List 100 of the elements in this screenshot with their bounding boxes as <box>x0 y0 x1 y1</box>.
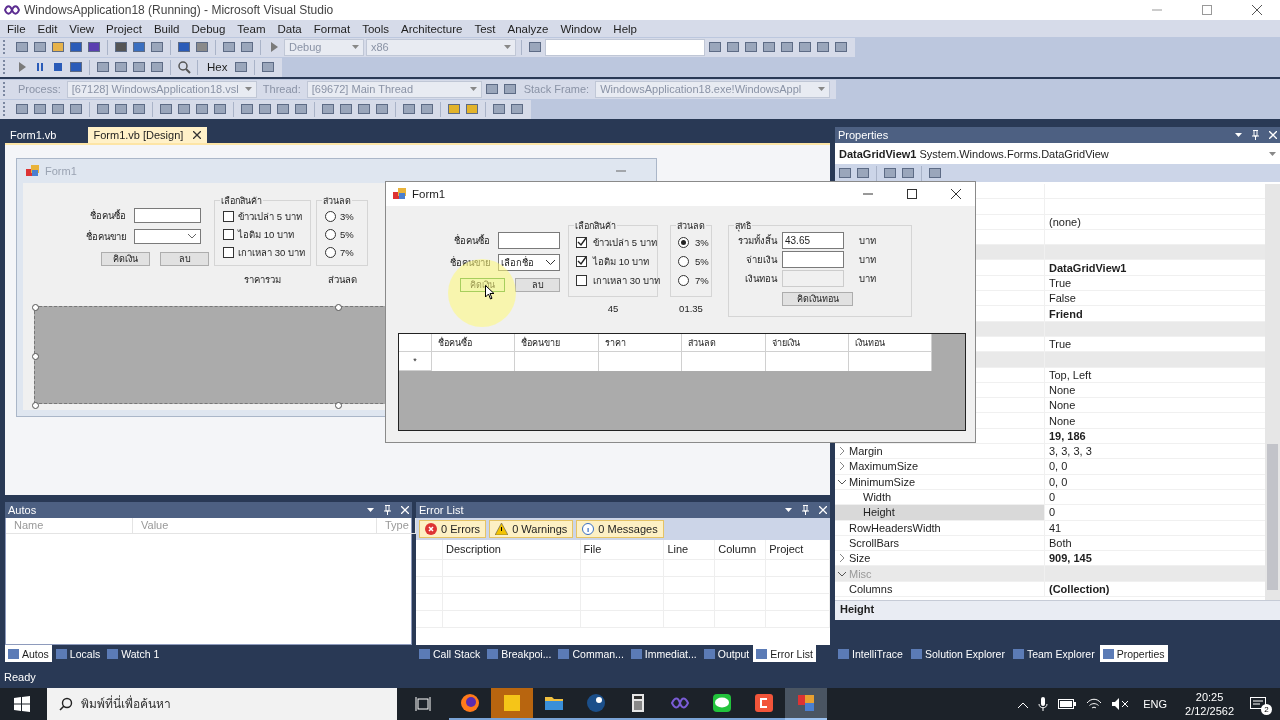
property-row[interactable]: Height 0 <box>835 505 1265 521</box>
property-row[interactable]: MinimumSize 0, 0 <box>835 474 1265 490</box>
panel-tab[interactable]: Error List <box>753 645 816 662</box>
menu-item[interactable]: Edit <box>32 22 65 35</box>
change-button[interactable]: คิดเงินทอน <box>782 292 853 306</box>
amount-field[interactable]: 43.65 <box>782 232 844 249</box>
menu-item[interactable]: Format <box>308 22 358 35</box>
language-indicator[interactable]: ENG <box>1143 698 1168 710</box>
toolbar-grip[interactable] <box>3 82 8 96</box>
seller-dropdown[interactable] <box>134 229 201 244</box>
expand-icon[interactable] <box>839 462 845 471</box>
caret-icon[interactable] <box>815 87 826 91</box>
menu-item[interactable]: Build <box>148 22 187 35</box>
menu-item[interactable]: Team <box>232 22 273 35</box>
pin-icon[interactable] <box>384 505 391 515</box>
panel-tab[interactable]: Watch 1 <box>104 645 163 662</box>
radio-button[interactable] <box>325 211 336 222</box>
toolbar-grip[interactable] <box>3 40 8 54</box>
property-row[interactable]: Margin 3, 3, 3, 3 <box>835 444 1265 460</box>
panel-tab[interactable]: Properties <box>1099 645 1168 662</box>
find-field[interactable] <box>545 38 705 56</box>
pin-icon[interactable] <box>802 505 809 515</box>
document-tab[interactable]: Form1.vb <box>5 127 63 143</box>
panel-tab[interactable]: IntelliTrace <box>835 645 906 662</box>
panel-tab[interactable]: Immediat... <box>627 645 700 662</box>
panel-tab[interactable]: Solution Explorer <box>907 645 1008 662</box>
radio-button[interactable] <box>678 236 689 248</box>
resize-handle[interactable] <box>32 304 39 311</box>
search-field[interactable]: พิมพ์ที่นี่เพื่อค้นหา <box>47 688 397 720</box>
toolbar-grip[interactable] <box>3 60 8 74</box>
radio-button[interactable] <box>678 255 689 267</box>
microphone-icon[interactable] <box>1038 697 1049 711</box>
panel-tab[interactable]: Breakpoi... <box>484 645 555 662</box>
amount-field[interactable] <box>782 251 844 268</box>
caret-icon[interactable] <box>501 45 511 49</box>
menu-item[interactable]: Architecture <box>396 22 470 35</box>
resize-handle[interactable] <box>335 304 342 311</box>
panel-menu-icon[interactable] <box>1235 133 1242 137</box>
panel-menu-icon[interactable] <box>785 508 792 512</box>
panel-tab[interactable]: Output <box>700 645 753 662</box>
clock[interactable]: 20:25 2/12/2562 <box>1185 690 1234 718</box>
caret-icon[interactable] <box>349 45 359 49</box>
volume-muted-icon[interactable] <box>1112 698 1131 710</box>
property-row[interactable]: Width 0 <box>835 489 1265 506</box>
toolbar-grip[interactable] <box>3 102 8 116</box>
checkbox[interactable] <box>223 247 234 258</box>
form-button[interactable]: คิดเงิน <box>101 252 150 266</box>
wifi-icon[interactable] <box>1086 698 1103 710</box>
panel-tab[interactable]: Locals <box>52 645 104 662</box>
panel-menu-icon[interactable] <box>367 508 374 512</box>
collapse-icon[interactable] <box>838 478 846 485</box>
resize-handle[interactable] <box>32 402 39 409</box>
start-icon[interactable] <box>14 696 30 712</box>
battery-icon[interactable] <box>1058 699 1077 709</box>
form-button[interactable]: ลบ <box>160 252 209 266</box>
menu-item[interactable]: Analyze <box>502 22 556 35</box>
resize-handle[interactable] <box>32 353 39 360</box>
menu-item[interactable]: Tools <box>357 22 397 35</box>
menu-item[interactable]: Project <box>101 22 149 35</box>
property-row[interactable]: MaximumSize 0, 0 <box>835 459 1265 475</box>
document-tab[interactable]: Form1.vb [Design] <box>88 127 208 143</box>
task-view-icon[interactable] <box>415 697 431 711</box>
property-row[interactable]: ScrollBars Both <box>835 535 1265 552</box>
close-icon[interactable] <box>193 131 202 139</box>
seller-dropdown[interactable]: เลือกชื่อ <box>498 254 560 271</box>
radio-button[interactable] <box>325 247 336 258</box>
property-row[interactable]: RowHeadersWidth 41 <box>835 520 1265 536</box>
expand-icon[interactable] <box>839 447 845 456</box>
caret-icon[interactable] <box>1266 151 1276 156</box>
search-icon[interactable] <box>176 59 192 75</box>
menu-item[interactable]: Test <box>469 22 503 35</box>
radio-button[interactable] <box>678 274 689 286</box>
menu-item[interactable]: Window <box>555 22 609 35</box>
pin-icon[interactable] <box>1252 130 1259 140</box>
menu-item[interactable]: File <box>2 22 33 35</box>
hex-button[interactable]: Hex <box>203 61 232 73</box>
panel-tab[interactable]: Call Stack <box>416 645 484 662</box>
menu-item[interactable]: Debug <box>186 22 233 35</box>
menu-item[interactable]: Data <box>272 22 309 35</box>
property-row[interactable]: Columns (Collection) <box>835 581 1265 597</box>
checkbox[interactable] <box>223 211 234 222</box>
filter-button[interactable]: 0 Errors <box>419 520 487 538</box>
filter-button[interactable]: 0 Messages <box>576 520 664 538</box>
checkbox[interactable] <box>223 229 234 240</box>
buyer-field[interactable] <box>498 232 560 249</box>
menu-item[interactable]: Help <box>608 22 644 35</box>
form-button[interactable]: ลบ <box>515 278 560 292</box>
checkbox[interactable] <box>576 236 587 248</box>
checkbox[interactable] <box>576 274 587 286</box>
menu-item[interactable]: View <box>64 22 102 35</box>
panel-tab[interactable]: Team Explorer <box>1009 645 1098 662</box>
resize-handle[interactable] <box>335 402 342 409</box>
panel-tab[interactable]: Autos <box>5 645 52 662</box>
checkbox[interactable] <box>576 255 587 267</box>
buyer-field[interactable] <box>134 208 201 223</box>
panel-tab[interactable]: Comman... <box>555 645 627 662</box>
collapse-icon[interactable] <box>838 570 846 577</box>
radio-button[interactable] <box>325 229 336 240</box>
filter-button[interactable]: 0 Warnings <box>489 520 574 538</box>
expand-icon[interactable] <box>839 554 845 563</box>
